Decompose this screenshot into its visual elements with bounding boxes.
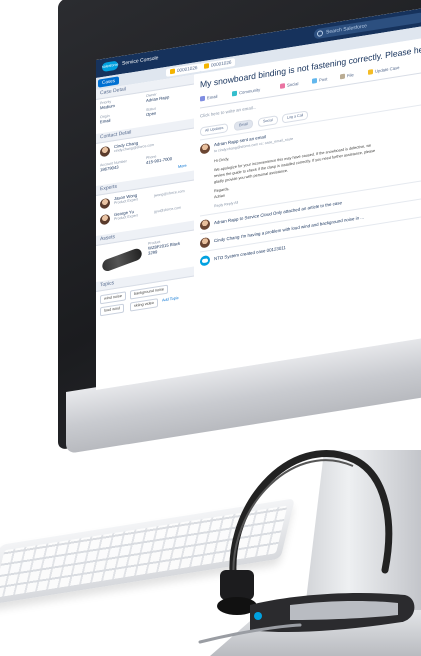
filter-log-call[interactable]: Log a Call xyxy=(282,110,309,124)
case-icon xyxy=(204,63,209,70)
expert-email: jwong@sforce.com xyxy=(154,189,185,198)
add-topic-button[interactable]: Add Topic xyxy=(162,296,179,303)
avatar xyxy=(200,142,210,155)
filter-social[interactable]: Social xyxy=(258,115,278,128)
snowboard-image xyxy=(101,246,143,273)
ear-pad xyxy=(220,570,254,600)
email-greeting: Hi Cindy, xyxy=(214,156,230,164)
field-owner: Owner Adrian Rapp xyxy=(146,90,169,103)
service-console-screen: salesforce Service Console Search Salesf… xyxy=(96,6,421,390)
expert-email-text: jwong@sforce.com xyxy=(154,188,185,198)
filter-email[interactable]: Email xyxy=(234,119,253,132)
expert-item: George Yu Product Expert xyxy=(114,208,138,221)
salesforce-logo: salesforce xyxy=(102,60,118,73)
headband xyxy=(229,450,393,594)
action-update-case[interactable]: Update Case xyxy=(368,64,400,76)
action-label: Social xyxy=(287,80,299,88)
tab-case-secondary-label: 00001026 xyxy=(211,59,232,68)
app-name: Service Console xyxy=(122,55,159,67)
expert-item: Jason Wong Product Expert xyxy=(114,192,138,205)
more-link[interactable]: More xyxy=(178,164,187,169)
action-file[interactable]: File xyxy=(340,72,354,80)
avatar xyxy=(200,218,210,231)
action-label: Email xyxy=(207,93,218,101)
avatar xyxy=(100,145,110,158)
expert-email-text: gyu@sforce.com xyxy=(154,205,182,214)
community-icon xyxy=(232,91,237,97)
update-case-icon xyxy=(368,69,373,76)
action-label: Update Case xyxy=(375,64,400,74)
search-icon xyxy=(317,30,323,37)
email-icon xyxy=(200,96,205,102)
field-value: Medium xyxy=(100,103,115,111)
action-social[interactable]: Social xyxy=(280,80,299,90)
field-priority: Priority Medium xyxy=(100,99,115,111)
headband-highlight xyxy=(232,459,354,591)
avatar xyxy=(200,236,210,249)
action-post[interactable]: Post xyxy=(312,76,328,85)
case-sidebar: Case Detail Priority Medium Owner Adrian… xyxy=(96,74,195,390)
field-phone: Phone 415-901-7000 xyxy=(146,152,172,165)
topic-chip[interactable]: skiing video xyxy=(130,298,158,312)
action-label: File xyxy=(347,72,354,79)
divider xyxy=(200,178,421,217)
social-icon xyxy=(280,83,285,90)
email-regards: Regards, xyxy=(214,186,230,194)
search-placeholder: Search Salesforce xyxy=(326,23,367,36)
case-feed: My snowboard binding is not fastening co… xyxy=(194,36,421,375)
status-light-icon xyxy=(254,612,262,620)
headset-illustration xyxy=(198,450,415,644)
file-icon xyxy=(340,73,345,80)
field-value: Email xyxy=(100,117,111,125)
expert-email: gyu@sforce.com xyxy=(154,206,181,214)
field-origin: Origin Email xyxy=(100,114,110,125)
filter-all-updates[interactable]: All Updates xyxy=(200,123,229,137)
field-value: Open xyxy=(146,110,157,118)
tab-case-primary-label: 00001026 xyxy=(177,64,198,74)
email-signature: Adrian xyxy=(214,193,225,200)
post-icon xyxy=(312,78,317,85)
case-icon xyxy=(170,68,175,75)
topic-chip[interactable]: loud wind xyxy=(100,303,125,317)
avatar xyxy=(100,213,110,226)
avatar xyxy=(100,197,110,210)
topic-chip[interactable]: wind noise xyxy=(100,291,126,305)
system-icon xyxy=(200,254,210,267)
action-label: Post xyxy=(319,76,328,83)
action-community[interactable]: Community xyxy=(232,87,260,97)
tab-cases-label: Cases xyxy=(102,77,116,86)
field-account: Account Number 18679043 xyxy=(100,159,127,172)
action-email[interactable]: Email xyxy=(200,94,217,102)
product-scene: salesforce Service Console Search Salesf… xyxy=(0,0,421,656)
field-status: Status Open xyxy=(146,106,156,117)
action-label: Community xyxy=(239,86,261,96)
reply-links[interactable]: Reply Reply All xyxy=(214,200,238,208)
asset-info: Product WZ8F2015 Black 3299 xyxy=(148,237,180,256)
